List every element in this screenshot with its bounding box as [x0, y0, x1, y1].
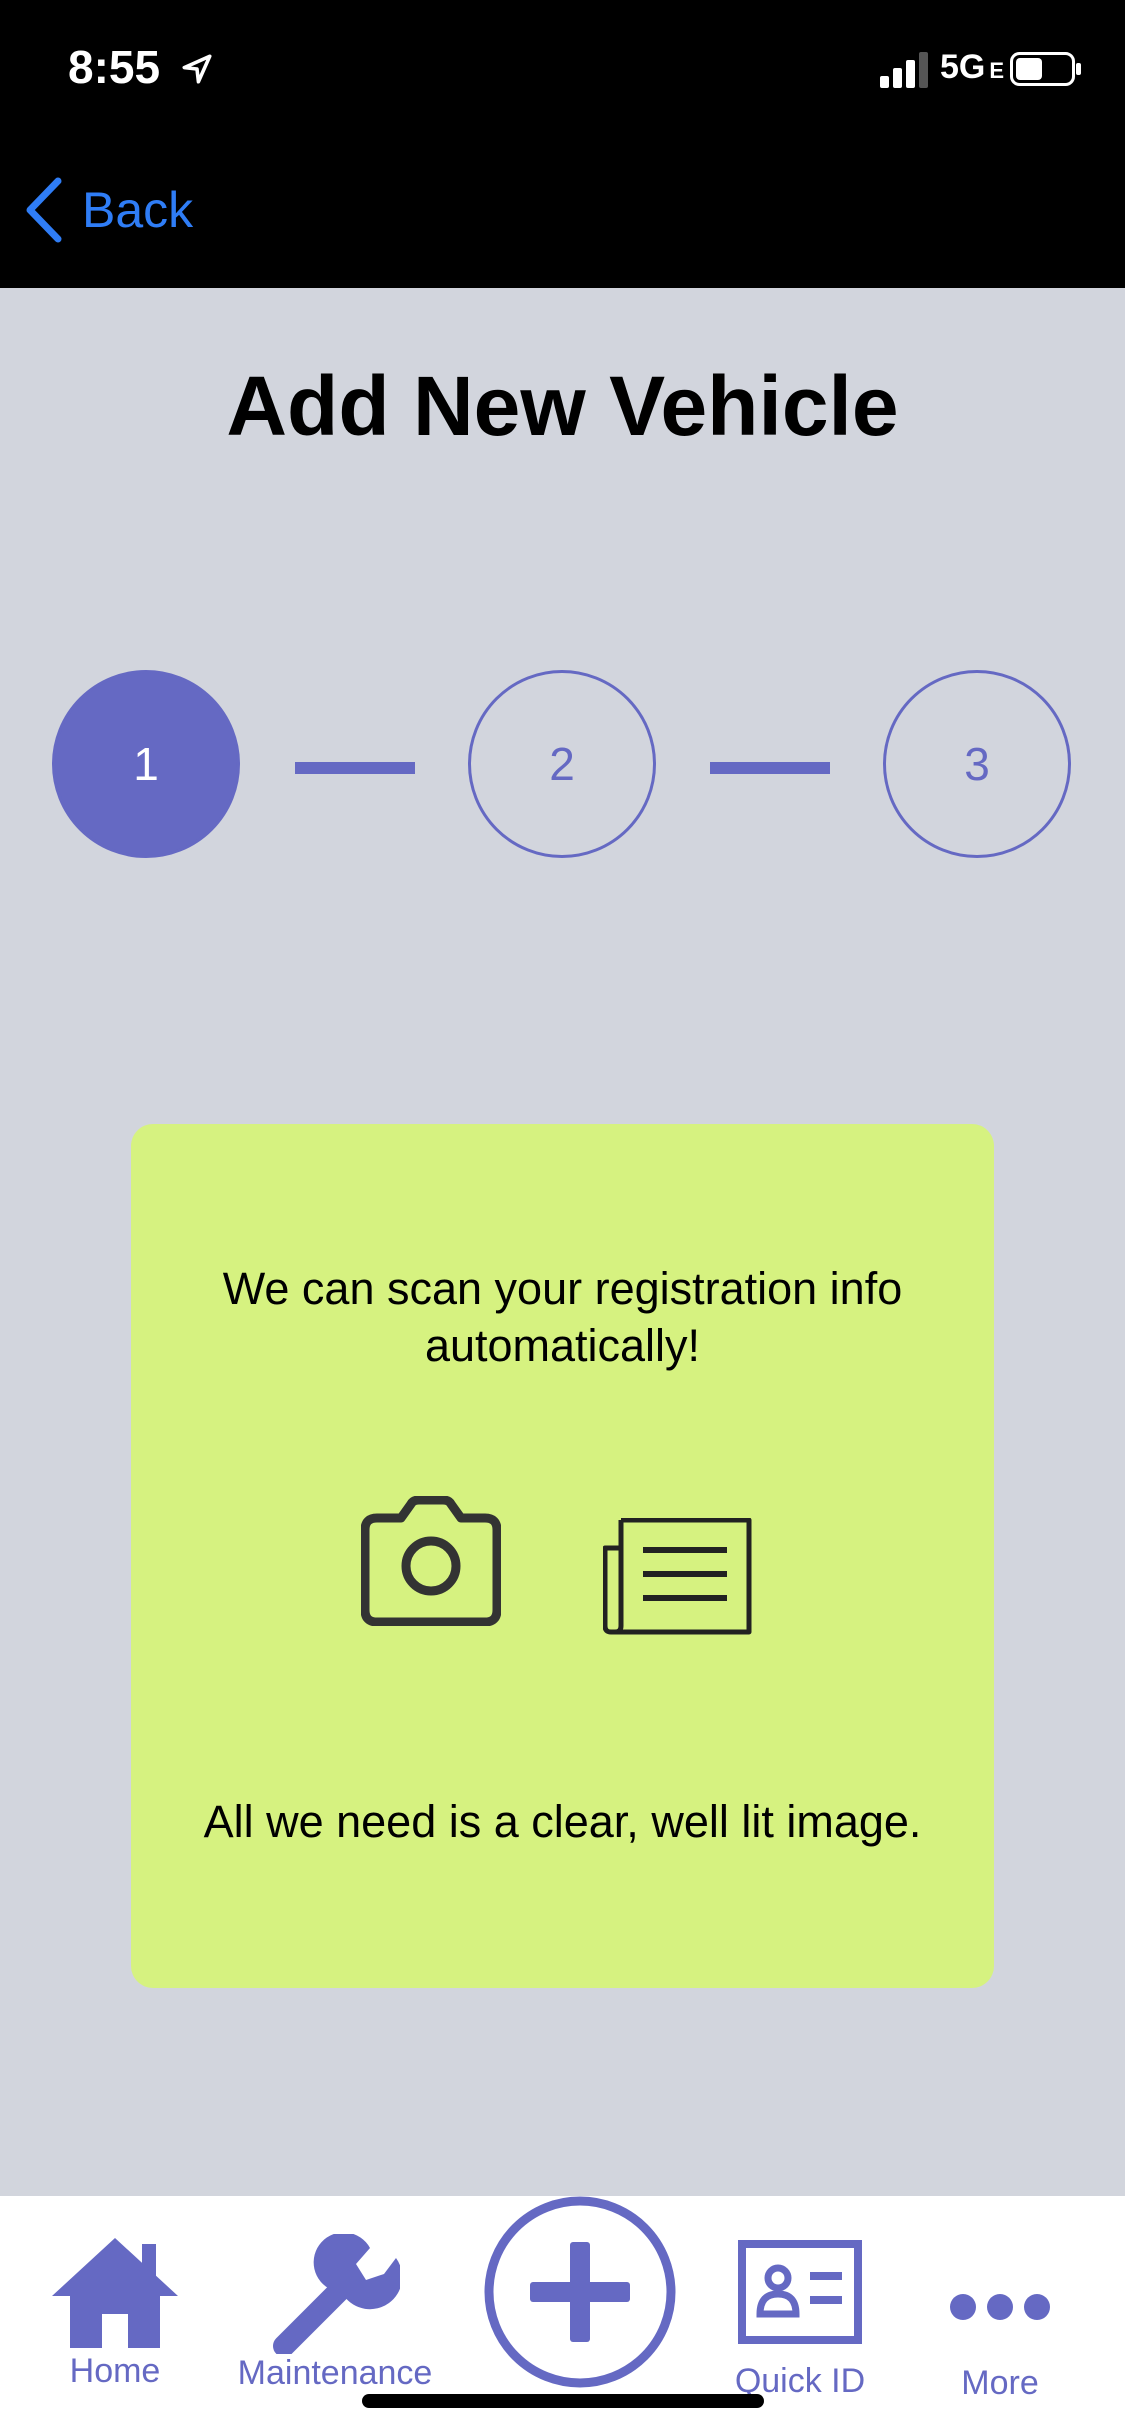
network-type: 5G — [940, 48, 986, 86]
step-3-label: 3 — [964, 738, 990, 790]
signal-strength-icon — [880, 52, 928, 88]
network-indicator: 5G E — [940, 48, 1004, 87]
step-indicator: 1 2 3 — [0, 670, 1125, 866]
tab-home[interactable]: Home — [40, 2196, 190, 2436]
page-title: Add New Vehicle — [226, 359, 899, 453]
chevron-left-icon — [26, 177, 62, 243]
more-dots-icon — [950, 2294, 1050, 2320]
scan-options — [131, 1496, 994, 1786]
scan-note: All we need is a clear, well lit image. — [203, 1796, 922, 1847]
back-label: Back — [82, 182, 194, 238]
location-arrow-icon — [182, 54, 212, 84]
id-card-icon — [738, 2240, 862, 2344]
home-icon — [52, 2238, 178, 2348]
step-2-label: 2 — [549, 738, 575, 790]
home-indicator — [362, 2394, 764, 2408]
tab-more[interactable]: More — [920, 2196, 1080, 2436]
step-connector — [710, 762, 830, 774]
step-1-label: 1 — [133, 738, 159, 790]
step-2: 2 — [468, 670, 656, 858]
document-icon[interactable] — [603, 1518, 753, 1636]
camera-icon[interactable] — [361, 1496, 501, 1626]
step-3: 3 — [883, 670, 1071, 858]
scan-message: We can scan your registration info autom… — [222, 1263, 903, 1371]
step-connector — [295, 762, 415, 774]
add-circle-icon — [484, 2196, 676, 2388]
tab-maintenance-label: Maintenance — [237, 2354, 433, 2392]
battery-icon — [1010, 52, 1081, 86]
status-time: 8:55 — [68, 41, 161, 93]
status-bar: 8:55 5G E Back — [0, 0, 1125, 288]
network-suffix: E — [989, 58, 1005, 83]
back-button[interactable]: Back — [22, 172, 193, 248]
step-1: 1 — [52, 670, 240, 858]
wrench-icon — [273, 2234, 400, 2354]
tab-more-label: More — [961, 2364, 1039, 2402]
tab-home-label: Home — [69, 2352, 161, 2390]
scan-info-card: We can scan your registration info autom… — [131, 1124, 994, 1988]
